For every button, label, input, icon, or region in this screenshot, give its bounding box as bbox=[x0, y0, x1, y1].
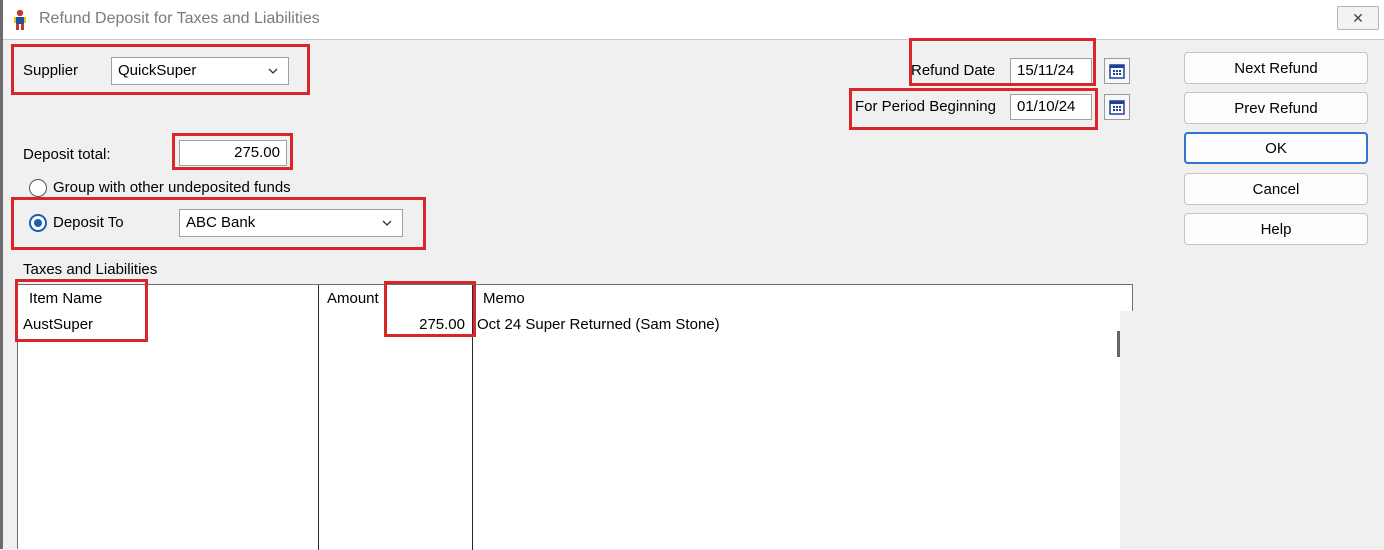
calendar-icon bbox=[1109, 100, 1125, 115]
group-funds-label: Group with other undeposited funds bbox=[53, 179, 291, 196]
column-header-amount[interactable]: Amount bbox=[327, 290, 379, 307]
refund-deposit-window: Refund Deposit for Taxes and Liabilities… bbox=[0, 0, 1384, 550]
column-divider bbox=[472, 285, 473, 550]
help-button[interactable]: Help bbox=[1184, 213, 1368, 245]
column-divider bbox=[318, 285, 319, 550]
vertical-scrollbar[interactable] bbox=[1120, 311, 1148, 550]
title-bar[interactable]: Refund Deposit for Taxes and Liabilities… bbox=[3, 0, 1384, 40]
supplier-label: Supplier bbox=[23, 62, 79, 79]
ok-button[interactable]: OK bbox=[1184, 132, 1368, 164]
prev-refund-button[interactable]: Prev Refund bbox=[1184, 92, 1368, 124]
deposit-total-label: Deposit total: bbox=[23, 146, 111, 163]
refund-date-field[interactable]: 15/11/24 bbox=[1010, 58, 1092, 84]
help-label: Help bbox=[1260, 220, 1292, 238]
period-beginning-label: For Period Beginning bbox=[855, 98, 996, 115]
column-header-item-name[interactable]: Item Name bbox=[29, 290, 102, 307]
column-header-memo[interactable]: Memo bbox=[483, 290, 525, 307]
prev-refund-label: Prev Refund bbox=[1234, 99, 1318, 117]
period-beginning-field[interactable]: 01/10/24 bbox=[1010, 94, 1092, 120]
deposit-to-radio[interactable] bbox=[29, 214, 47, 232]
close-icon: ✕ bbox=[1352, 9, 1364, 26]
row-memo[interactable]: Oct 24 Super Returned (Sam Stone) bbox=[477, 316, 720, 333]
supplier-value: QuickSuper bbox=[118, 62, 197, 79]
next-refund-button[interactable]: Next Refund bbox=[1184, 52, 1368, 84]
window-title: Refund Deposit for Taxes and Liabilities bbox=[39, 10, 320, 27]
cancel-label: Cancel bbox=[1252, 180, 1300, 198]
group-funds-radio[interactable] bbox=[29, 179, 47, 197]
cancel-button[interactable]: Cancel bbox=[1184, 173, 1368, 205]
chevron-down-icon bbox=[268, 68, 278, 74]
deposit-total-field[interactable]: 275.00 bbox=[179, 140, 287, 166]
supplier-dropdown[interactable]: QuickSuper bbox=[111, 57, 289, 85]
calendar-icon bbox=[1109, 64, 1125, 79]
row-amount[interactable]: 275.00 bbox=[383, 316, 465, 333]
deposit-to-value: ABC Bank bbox=[186, 214, 256, 231]
scrollbar-thumb[interactable] bbox=[1117, 331, 1120, 357]
ok-label: OK bbox=[1265, 139, 1287, 157]
table-section-label: Taxes and Liabilities bbox=[23, 261, 158, 278]
person-icon bbox=[14, 9, 26, 30]
deposit-to-dropdown[interactable]: ABC Bank bbox=[179, 209, 403, 237]
row-item-name[interactable]: AustSuper bbox=[23, 316, 93, 333]
chevron-down-icon bbox=[382, 220, 392, 226]
deposit-to-label: Deposit To bbox=[53, 214, 124, 231]
refund-date-label: Refund Date bbox=[911, 62, 996, 79]
close-button[interactable]: ✕ bbox=[1337, 6, 1379, 30]
refund-date-calendar-button[interactable] bbox=[1104, 58, 1130, 84]
period-beginning-calendar-button[interactable] bbox=[1104, 94, 1130, 120]
next-refund-label: Next Refund bbox=[1234, 59, 1318, 77]
